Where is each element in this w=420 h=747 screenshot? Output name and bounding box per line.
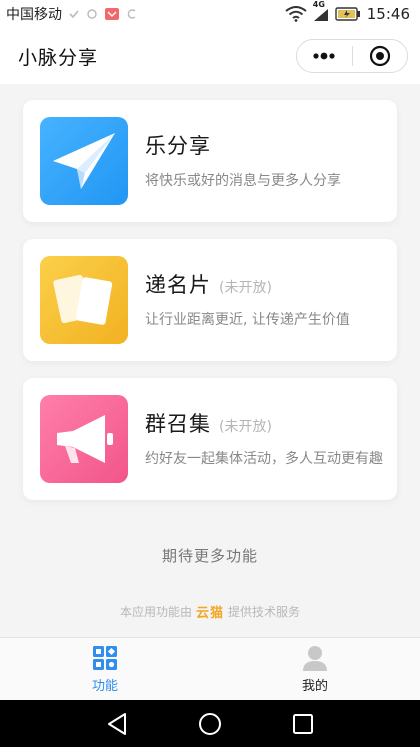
card-business-card-title: 递名片	[145, 273, 211, 297]
card-business-card-badge: (未开放)	[219, 280, 272, 296]
card-share-text: 乐分享 将快乐或好的消息与更多人分享	[145, 130, 385, 192]
business-card-icon	[53, 274, 113, 325]
card-group-gather-text: 群召集 (未开放) 约好友一起集体活动，多人互动更有趣	[145, 408, 385, 470]
notification-red-app-icon	[104, 7, 120, 21]
clock-label: 15:46	[366, 5, 410, 23]
close-circle-icon	[369, 45, 390, 67]
card-share-icon-tile	[40, 117, 128, 205]
card-group-gather-badge: (未开放)	[219, 419, 272, 435]
brand-logo: 云猫	[195, 606, 224, 621]
more-dots-icon	[313, 52, 335, 60]
paper-plane-icon	[53, 133, 115, 189]
card-group-gather-description: 约好友一起集体活动，多人互动更有趣	[145, 451, 383, 467]
carrier-label: 中国移动	[6, 7, 62, 23]
tab-bar: 功能 我的	[0, 637, 420, 700]
close-button[interactable]	[353, 40, 408, 72]
recents-square-icon	[293, 713, 314, 734]
card-business-card[interactable]: 递名片 (未开放) 让行业距离更近, 让传递产生价值	[23, 239, 397, 361]
back-triangle-icon	[107, 712, 126, 735]
main-content: 乐分享 将快乐或好的消息与更多人分享 递名片 (未开放) 让行业距离更近, 让传…	[0, 84, 420, 637]
card-business-card-icon-tile	[40, 256, 128, 344]
status-right: 4G 15:46	[285, 0, 410, 23]
notification-check-icon	[68, 8, 80, 20]
card-group-gather-title-row: 群召集 (未开放)	[145, 408, 385, 438]
miniprogram-capsule	[296, 39, 408, 73]
page-title: 小脉分享	[18, 46, 99, 69]
tab-functions-label: 功能	[91, 679, 118, 694]
powered-by-suffix: 提供技术服务	[228, 605, 301, 619]
card-share-description: 将快乐或好的消息与更多人分享	[145, 173, 341, 189]
nav-recents-button[interactable]	[283, 704, 323, 744]
home-circle-icon	[198, 712, 221, 735]
network-type-label: 4G	[312, 0, 325, 9]
powered-by-note: 本应用功能由 云猫 提供技术服务	[0, 602, 420, 621]
notification-c-icon	[126, 8, 138, 20]
tab-mine-label: 我的	[301, 679, 328, 694]
card-share-title: 乐分享	[145, 134, 211, 158]
wifi-icon	[285, 6, 307, 22]
powered-by-prefix: 本应用功能由	[119, 605, 192, 619]
card-share[interactable]: 乐分享 将快乐或好的消息与更多人分享	[23, 100, 397, 222]
cellular-signal-icon: 4G	[313, 0, 329, 22]
status-left: 中国移动	[6, 4, 138, 24]
app-header: 小脉分享	[0, 28, 420, 84]
grid-icon	[93, 646, 117, 670]
tab-functions[interactable]: 功能	[0, 638, 210, 700]
more-button[interactable]	[297, 40, 352, 72]
user-icon	[303, 646, 327, 671]
status-bar: 中国移动 4G 15:46	[0, 0, 420, 28]
card-group-gather-icon-tile	[40, 395, 128, 483]
battery-icon	[335, 7, 361, 21]
more-functions-text: 期待更多功能	[161, 547, 258, 565]
megaphone-icon	[57, 415, 113, 463]
notification-app-icon	[86, 8, 98, 20]
system-nav-bar	[0, 700, 420, 747]
card-share-title-row: 乐分享	[145, 130, 385, 160]
card-group-gather-title: 群召集	[145, 412, 211, 436]
card-business-card-description: 让行业距离更近, 让传递产生价值	[145, 312, 350, 328]
card-business-card-title-row: 递名片 (未开放)	[145, 269, 385, 299]
nav-home-button[interactable]	[190, 704, 230, 744]
tab-mine[interactable]: 我的	[210, 638, 420, 700]
card-business-card-text: 递名片 (未开放) 让行业距离更近, 让传递产生价值	[145, 269, 385, 331]
card-group-gather[interactable]: 群召集 (未开放) 约好友一起集体活动，多人互动更有趣	[23, 378, 397, 500]
nav-back-button[interactable]	[97, 704, 137, 744]
